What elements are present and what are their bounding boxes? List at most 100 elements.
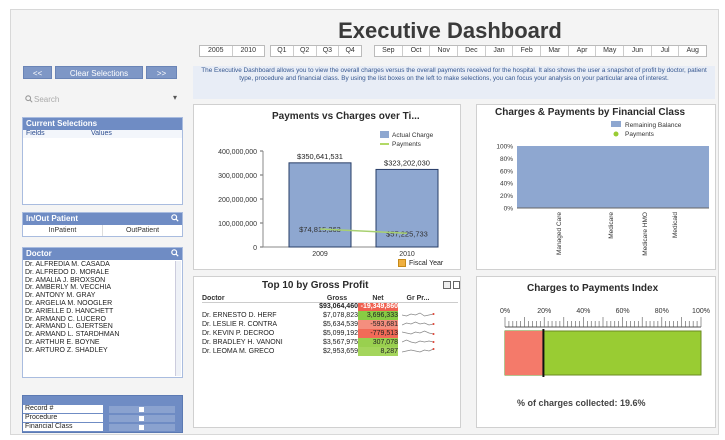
remaining-balance-area[interactable] xyxy=(517,146,709,208)
chevron-down-icon[interactable]: ▾ xyxy=(173,93,177,102)
print-icon[interactable] xyxy=(443,281,451,289)
month-selector[interactable]: Sep Oct Nov Dec Jan Feb Mar Apr May Jun Jul Aug xyxy=(374,45,707,57)
search-icon[interactable] xyxy=(171,214,179,222)
quarter-option[interactable]: Q2 xyxy=(294,46,317,56)
doctor-list-item[interactable]: Dr. ARMAND C. LUCERO xyxy=(23,316,182,324)
table-row-total: $93,064,460 -19,349,860 xyxy=(202,303,458,311)
filter-value[interactable] xyxy=(109,405,175,413)
y-tick-label: 20% xyxy=(500,193,513,200)
clear-icon[interactable] xyxy=(139,424,144,430)
column-header[interactable]: Gross xyxy=(316,294,358,302)
cpi-gauge: 0% 20% 40% 60% 80% 100% xyxy=(500,308,710,377)
legend-swatch-charge xyxy=(380,131,389,138)
column-header[interactable]: Doctor xyxy=(202,294,316,302)
doctor-list-item[interactable]: Dr. ARMAND L. STARDHMAN xyxy=(23,331,182,339)
column-header[interactable]: Gr Pr... xyxy=(398,294,438,302)
gauge-red-zone xyxy=(505,331,544,375)
doctor-list-item[interactable]: Dr. ARTHUR E. BOYNE xyxy=(23,339,182,347)
gross-cell: $7,078,823 xyxy=(322,312,358,319)
inpatient-option[interactable]: InPatient xyxy=(23,225,103,236)
month-option[interactable]: Sep xyxy=(375,46,403,56)
fiscal-year-label[interactable]: Fiscal Year xyxy=(398,259,443,267)
month-option[interactable]: Apr xyxy=(569,46,597,56)
filter-row[interactable]: Financial Class▾ xyxy=(23,423,182,431)
table-header: Doctor Gross Net Gr Pr... xyxy=(202,294,458,303)
back-button[interactable]: << xyxy=(23,66,52,79)
gauge-tick-label: 80% xyxy=(655,308,669,315)
doctor-list[interactable]: Dr. ALFREDIA M. CASADA Dr. ALFREDO D. MOR… xyxy=(23,260,182,355)
filter-label: Procedure xyxy=(23,414,103,422)
table-row[interactable]: Dr. BRADLEY H. VANONI $3,567,975 307,078 xyxy=(202,338,458,347)
net-cell: 8,287 xyxy=(358,347,398,356)
net-cell: -779,513 xyxy=(358,329,398,338)
doctor-list-item[interactable]: Dr. ALFREDO D. MORALE xyxy=(23,269,182,277)
doctor-title: Doctor xyxy=(26,249,52,258)
doctor-list-item[interactable]: Dr. ALFREDIA M. CASADA xyxy=(23,261,182,269)
bar-actual-charge[interactable] xyxy=(288,162,352,248)
month-option[interactable]: May xyxy=(596,46,625,56)
forward-button[interactable]: >> xyxy=(146,66,177,79)
total-net: -19,349,860 xyxy=(358,303,398,311)
clear-icon[interactable] xyxy=(139,415,144,421)
scrollbar[interactable] xyxy=(175,261,181,376)
y-tick-label: 0 xyxy=(253,245,257,252)
net-cell: 307,078 xyxy=(358,338,398,347)
clear-icon[interactable] xyxy=(139,406,144,412)
month-option[interactable]: Feb xyxy=(513,46,542,56)
doctor-panel: Doctor Dr. ALFREDIA M. CASADA Dr. ALFREDO… xyxy=(22,247,183,378)
search-box[interactable]: Search ▾ xyxy=(23,93,181,107)
gauge-tick-label: 20% xyxy=(537,308,551,315)
filter-row[interactable]: Procedure▾ xyxy=(23,414,182,422)
month-option[interactable]: Jun xyxy=(624,46,652,56)
top10-card: Top 10 by Gross Profit Doctor Gross Net Gr … xyxy=(193,276,461,428)
y-tick-label: 100,000,000 xyxy=(218,221,257,228)
column-header[interactable]: Net xyxy=(358,294,398,302)
year-selector[interactable]: 2005 2010 xyxy=(199,45,265,57)
bar-value-label: $323,202,030 xyxy=(384,158,430,167)
quarter-option[interactable]: Q1 xyxy=(271,46,294,56)
table-row[interactable]: Dr. LEOMA M. GRECO $2,953,659 8,287 xyxy=(202,347,458,356)
month-option[interactable]: Oct xyxy=(403,46,431,56)
legend-label: Payments xyxy=(392,141,422,148)
month-option[interactable]: Aug xyxy=(679,46,706,56)
y-tick-label: 80% xyxy=(500,156,513,163)
table-title: Top 10 by Gross Profit xyxy=(262,280,369,291)
outpatient-option[interactable]: OutPatient xyxy=(103,225,182,236)
filter-value[interactable] xyxy=(109,423,175,431)
year-option[interactable]: 2005 xyxy=(200,46,233,56)
doctor-cell: Dr. LEOMA M. GRECO xyxy=(202,348,275,355)
doctor-list-item[interactable]: Dr. ARTURO Z. SHADLEY xyxy=(23,347,182,355)
gauge-tick-label: 40% xyxy=(576,308,590,315)
quarter-option[interactable]: Q3 xyxy=(317,46,340,56)
doctor-list-item[interactable]: Dr. ARGELIA M. NOOGLER xyxy=(23,300,182,308)
month-option[interactable]: Jul xyxy=(652,46,680,56)
inout-patient-panel: In/Out Patient InPatient OutPatient xyxy=(22,212,183,237)
doctor-list-item[interactable]: Dr. ANTONY M. GRAY xyxy=(23,292,182,300)
net-cell: 3,696,333 xyxy=(358,311,398,320)
doctor-list-item[interactable]: Dr. ARMAND L. GJERTSEN xyxy=(23,323,182,331)
sparkline xyxy=(398,347,438,356)
y-tick-label: 300,000,000 xyxy=(218,173,257,180)
filter-row[interactable]: Record #▾ xyxy=(23,405,182,413)
month-option[interactable]: Dec xyxy=(458,46,486,56)
export-icon[interactable] xyxy=(453,281,460,289)
sparkline xyxy=(398,320,438,329)
doctor-list-item[interactable]: Dr. AMBERLY M. VECCHIA xyxy=(23,284,182,292)
doctor-list-item[interactable]: Dr. AMALIA J. BROXSON xyxy=(23,277,182,285)
y-tick-label: 200,000,000 xyxy=(218,197,257,204)
year-option[interactable]: 2010 xyxy=(233,46,265,56)
month-option[interactable]: Mar xyxy=(541,46,569,56)
table-row[interactable]: Dr. ERNESTO D. HERF $7,078,823 3,696,333 xyxy=(202,311,458,320)
month-option[interactable]: Nov xyxy=(430,46,459,56)
financial-class-chart: 100% 80% 60% 40% 20% 0% Managed Care Medicare Me… xyxy=(496,121,709,256)
doctor-list-item[interactable]: Dr. ARIELLE D. HANCHETT xyxy=(23,308,182,316)
clear-selections-button[interactable]: Clear Selections xyxy=(55,66,143,79)
month-option[interactable]: Jan xyxy=(486,46,514,56)
table-row[interactable]: Dr. KEVIN P. DECROO $5,099,192 -779,513 xyxy=(202,329,458,338)
quarter-option[interactable]: Q4 xyxy=(339,46,361,56)
filter-value[interactable] xyxy=(109,414,175,422)
doctor-cell: Dr. LESLIE R. CONTRA xyxy=(202,321,278,328)
quarter-selector[interactable]: Q1 Q2 Q3 Q4 xyxy=(270,45,362,57)
table-row[interactable]: Dr. LESLIE R. CONTRA $5,634,539 -593,681 xyxy=(202,320,458,329)
search-icon[interactable] xyxy=(171,249,179,257)
